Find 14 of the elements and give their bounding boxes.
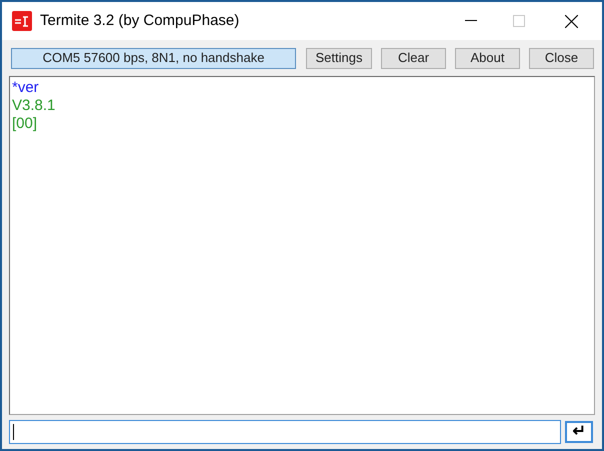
toolbar-button[interactable]: Close bbox=[529, 48, 594, 68]
terminal-line: V3.8.1 bbox=[12, 97, 56, 115]
toolbar-button[interactable]: About bbox=[455, 48, 520, 68]
connection-status: COM5 57600 bps, 8N1, no handshake bbox=[11, 48, 296, 68]
close-icon[interactable] bbox=[565, 14, 578, 28]
toolbar-button[interactable]: Clear bbox=[381, 48, 446, 68]
input-field[interactable] bbox=[9, 420, 561, 444]
terminal-line: [00] bbox=[12, 115, 38, 133]
window-title: Termite 3.2 (by CompuPhase) bbox=[40, 10, 240, 31]
minimize-icon[interactable] bbox=[465, 20, 477, 22]
toolbar-button[interactable]: Settings bbox=[306, 48, 372, 68]
send-button[interactable]: ↵ bbox=[565, 421, 593, 443]
app-logo-icon bbox=[12, 11, 32, 31]
terminal-line: *ver bbox=[12, 79, 39, 97]
